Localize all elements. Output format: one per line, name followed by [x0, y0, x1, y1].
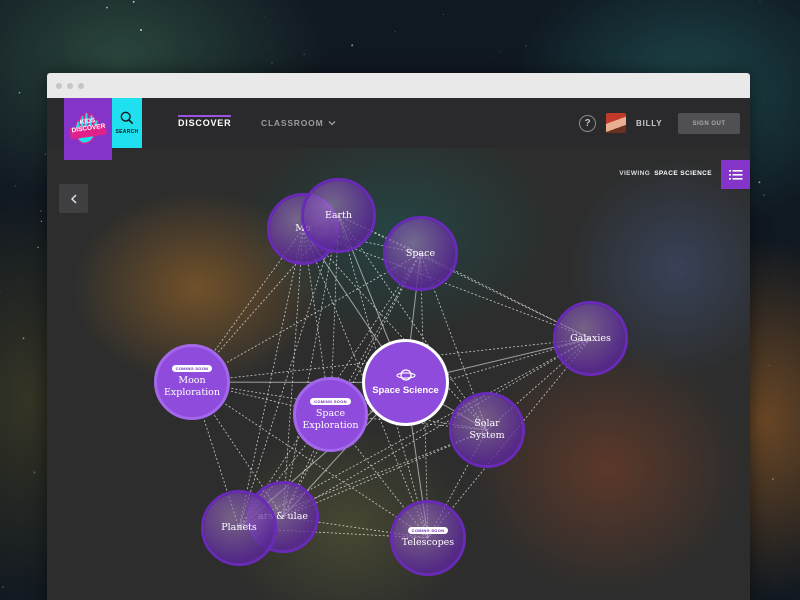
topic-node-space-science[interactable]: Space Science	[362, 339, 449, 426]
list-icon	[728, 169, 742, 180]
topic-map: VIEWING SPACE SCIENCE Mo Earth Space Gala…	[47, 148, 750, 600]
help-button[interactable]: ?	[579, 115, 596, 132]
chevron-down-icon	[328, 121, 336, 126]
back-button[interactable]	[59, 184, 88, 213]
avatar[interactable]	[606, 113, 626, 133]
window-dot[interactable]	[56, 82, 62, 89]
coming-soon-badge: COMING SOON	[171, 365, 213, 372]
nav-discover[interactable]: DISCOVER	[178, 98, 232, 148]
window-chrome	[47, 73, 750, 98]
kids-discover-logo[interactable]: KIDS DISCOVER	[64, 98, 112, 160]
topic-node-earth[interactable]: Earth	[301, 178, 376, 253]
nav-classroom-label: CLASSROOM	[261, 118, 324, 128]
topic-node-telescopes[interactable]: COMING SOON Telescopes	[390, 500, 466, 576]
window-dot[interactable]	[78, 82, 84, 89]
topic-node-space-exploration[interactable]: COMING SOON Space Exploration	[293, 377, 368, 452]
topic-node-label: Space	[405, 247, 436, 259]
topic-node-label: Earth	[324, 209, 353, 221]
chevron-left-icon	[70, 194, 76, 203]
topic-node-label: Space Exploration	[302, 407, 359, 431]
coming-soon-badge: COMING SOON	[407, 527, 449, 534]
browser-window: SEARCH DISCOVER CLASSROOM ? BILLY SIGN O…	[47, 73, 750, 600]
viewing-label: VIEWING	[619, 170, 651, 177]
username[interactable]: BILLY	[636, 98, 662, 148]
topic-node-label: Solar System	[469, 418, 505, 441]
topic-node-label: Space Science	[372, 385, 439, 396]
sign-out-button[interactable]: SIGN OUT	[678, 113, 740, 134]
coming-soon-badge: COMING SOON	[310, 397, 351, 405]
planet-icon	[395, 369, 416, 381]
topic-node-galaxies[interactable]: Galaxies	[553, 301, 628, 376]
list-view-button[interactable]	[721, 160, 750, 189]
topic-node-label: Moon Exploration	[163, 375, 221, 398]
top-navbar: SEARCH DISCOVER CLASSROOM ? BILLY SIGN O…	[47, 98, 750, 148]
topic-node-planets[interactable]: Planets	[201, 490, 277, 566]
viewing-value: SPACE SCIENCE	[654, 170, 712, 177]
search-button[interactable]: SEARCH	[112, 98, 142, 148]
window-dot[interactable]	[67, 82, 73, 89]
topic-node-space[interactable]: Space	[383, 216, 458, 291]
topic-node-solar-system[interactable]: Solar System	[449, 392, 525, 468]
topic-node-moon-exploration[interactable]: COMING SOON Moon Exploration	[154, 344, 230, 420]
topic-node-label: Planets	[221, 522, 257, 533]
topic-node-label: Telescopes	[401, 537, 455, 548]
search-icon	[120, 111, 134, 125]
topic-node-label: Galaxies	[570, 332, 611, 344]
nav-classroom[interactable]: CLASSROOM	[261, 98, 336, 148]
search-label: SEARCH	[115, 129, 139, 135]
viewing-indicator: VIEWING SPACE SCIENCE	[619, 170, 712, 177]
